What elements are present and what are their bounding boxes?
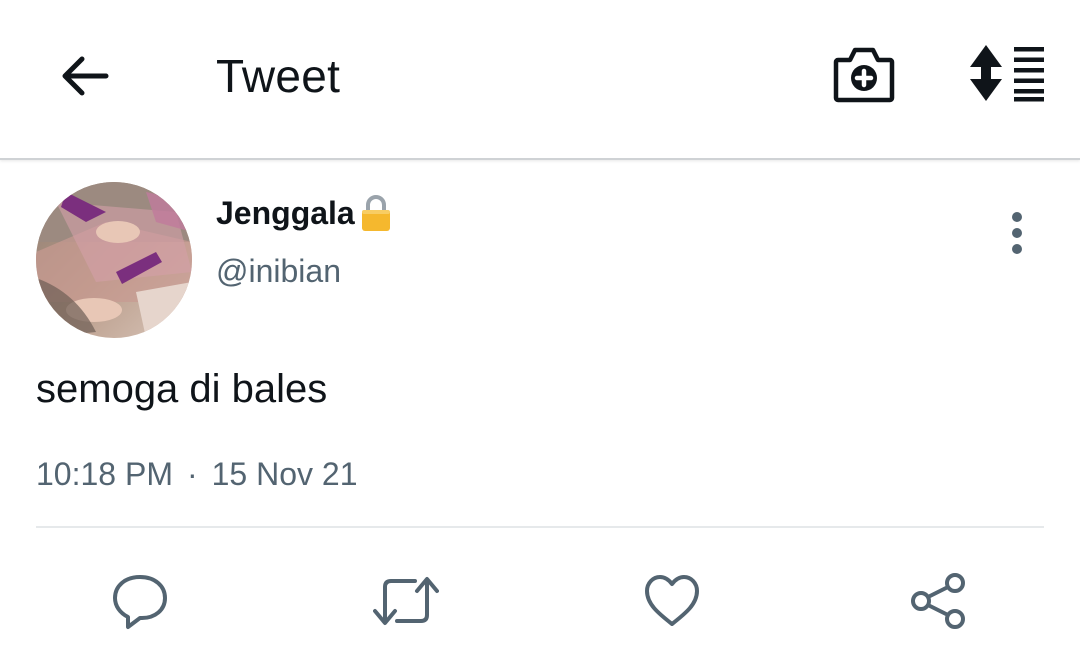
- display-name[interactable]: Jenggala: [216, 192, 393, 234]
- lock-icon: [361, 195, 390, 231]
- share-button[interactable]: [906, 568, 972, 634]
- reply-icon: [113, 575, 167, 629]
- sort-lines-icon: [970, 45, 1044, 102]
- reply-button[interactable]: [107, 568, 173, 634]
- avatar[interactable]: [36, 182, 192, 338]
- heart-icon: [645, 575, 699, 626]
- tweet-date: 15 Nov 21: [211, 456, 358, 492]
- like-button[interactable]: [639, 568, 705, 634]
- retweet-icon: [373, 577, 439, 625]
- arrow-left-icon: [62, 56, 109, 96]
- tweet-text: semoga di bales: [36, 367, 328, 411]
- retweet-button[interactable]: [373, 568, 439, 634]
- divider: [36, 526, 1044, 528]
- more-vertical-icon: [1012, 212, 1022, 254]
- top-app-bar: Tweet: [0, 0, 1080, 160]
- page-title: Tweet: [216, 50, 341, 102]
- back-button[interactable]: [52, 44, 116, 108]
- tweet-time: 10:18 PM: [36, 456, 173, 492]
- avatar-photo: [36, 182, 192, 338]
- more-options-button[interactable]: [996, 206, 1038, 260]
- camera-plus-icon: [833, 47, 895, 103]
- user-handle[interactable]: @inibian: [216, 250, 341, 292]
- share-icon: [911, 573, 965, 629]
- camera-button[interactable]: [828, 38, 900, 110]
- display-name-text: Jenggala: [216, 195, 355, 231]
- meta-separator: ·: [186, 456, 198, 492]
- sort-button[interactable]: [966, 40, 1050, 106]
- tweet-meta: 10:18 PM · 15 Nov 21: [36, 453, 358, 495]
